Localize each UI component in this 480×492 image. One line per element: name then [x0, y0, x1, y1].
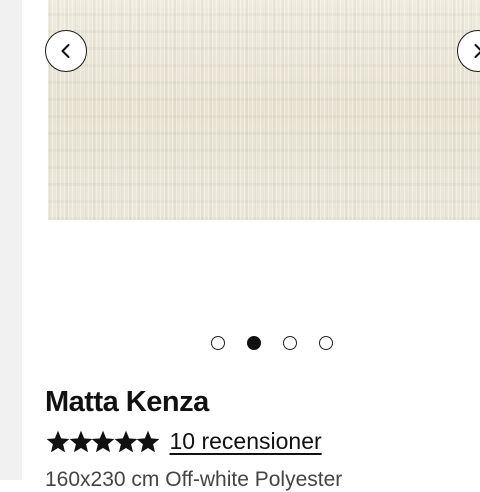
product-title: Matta Kenza: [45, 386, 209, 418]
carousel-dot[interactable]: [247, 336, 261, 350]
rating-row: 10 recensioner: [45, 428, 322, 455]
star-icon: [135, 429, 160, 455]
left-gutter: [0, 0, 22, 480]
product-image[interactable]: [48, 0, 480, 220]
carousel-dot[interactable]: [211, 336, 225, 350]
chevron-right-icon: [474, 44, 480, 58]
carousel-pagination: [211, 336, 333, 350]
star-icon: [45, 429, 70, 455]
product-subtitle: 160x230 cm Off-white Polyester: [45, 468, 343, 491]
star-icon: [90, 429, 115, 455]
star-icon: [68, 429, 92, 455]
star-icon: [113, 429, 137, 455]
reviews-link[interactable]: 10 recensioner: [170, 428, 322, 455]
chevron-left-icon: [61, 44, 70, 58]
carousel-prev-button[interactable]: [45, 30, 87, 72]
carousel-dot[interactable]: [319, 336, 333, 350]
star-rating: [45, 429, 160, 455]
carousel-dot[interactable]: [283, 336, 297, 350]
